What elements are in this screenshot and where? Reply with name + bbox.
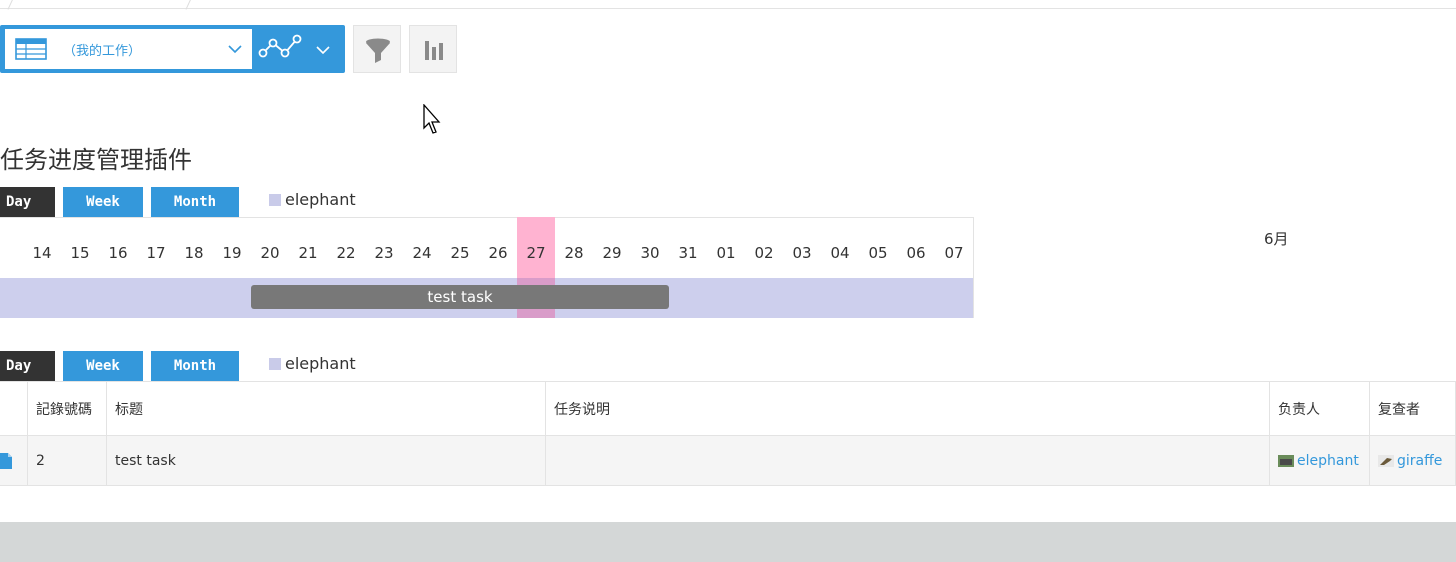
gantt-day-label: 24 [412,244,432,262]
month-label: 6月 [1264,230,1289,248]
gantt-day-label: 05 [868,244,888,262]
cell-record-no: 2 [28,436,107,485]
gantt-day-label: 28 [564,244,584,262]
task-bar[interactable]: test task [251,285,669,309]
legend-label: elephant [285,190,356,209]
chevron-down-icon [228,45,242,54]
header-record-no[interactable]: 記錄號碼 [28,382,107,435]
gantt-day-label: 16 [108,244,128,262]
gantt-day-label: 18 [184,244,204,262]
cell-title: test task [107,436,546,485]
gantt-day-label: 25 [450,244,470,262]
gantt-day-label: 03 [792,244,812,262]
legend-swatch [269,358,281,370]
document-icon [0,452,12,469]
month-button[interactable]: Month [151,187,239,217]
chevron-down-icon[interactable] [316,43,330,57]
gantt-day-label: 26 [488,244,508,262]
filter-button[interactable] [353,25,401,73]
header-description[interactable]: 任务说明 [546,382,1270,435]
top-breadcrumb-line [0,0,1456,10]
gantt-day-label: 22 [336,244,356,262]
month-button[interactable]: Month [151,351,239,381]
gantt-day-label: 29 [602,244,622,262]
gantt-day-label: 20 [260,244,280,262]
view-select-dropdown[interactable]: （我的工作） [5,29,252,69]
table-row[interactable]: 2 test task elephant giraffe [0,436,1456,486]
table-view-icon [15,38,47,60]
gantt-day-label: 19 [222,244,242,262]
record-detail-link[interactable] [0,436,28,485]
reviewer-name: giraffe [1397,452,1443,469]
graph-view-icon[interactable] [257,31,305,67]
gantt-day-label: 06 [906,244,926,262]
gantt-day-label: 15 [70,244,90,262]
breadcrumb-separator [7,0,14,10]
plugin-title: 任务进度管理插件 [0,146,192,174]
gantt-day-label: 21 [298,244,318,262]
mouse-cursor-icon [423,104,441,134]
week-button[interactable]: Week [63,351,143,381]
legend-label: elephant [285,354,356,373]
cell-assignee: elephant [1270,436,1370,485]
gantt-day-label: 17 [146,244,166,262]
filter-icon [366,38,390,63]
week-button[interactable]: Week [63,187,143,217]
legend-swatch [269,194,281,206]
user-avatar-icon [1378,454,1394,467]
reviewer-link[interactable]: giraffe [1378,453,1442,469]
day-button[interactable]: Day [0,351,55,381]
gantt-day-label: 04 [830,244,850,262]
gantt-day-label: 07 [944,244,964,262]
user-avatar-icon [1278,454,1294,467]
bar-chart-icon [425,41,443,60]
header-reviewer[interactable]: 复查者 [1370,382,1456,435]
gantt-day-label: 27 [526,244,546,262]
header-spacer [0,382,28,435]
cell-description [546,436,1270,485]
header-title[interactable]: 标题 [107,382,546,435]
gantt-day-label: 01 [716,244,736,262]
day-button[interactable]: Day [0,187,55,217]
gantt-day-label: 30 [640,244,660,262]
graph-button[interactable] [409,25,457,73]
gantt-day-label: 14 [32,244,52,262]
cell-reviewer: giraffe [1370,436,1456,485]
gantt-day-label: 02 [754,244,774,262]
footer-band [0,522,1456,562]
gantt-day-label: 23 [374,244,394,262]
view-selector-bar: （我的工作） [0,25,345,73]
assignee-link[interactable]: elephant [1278,453,1359,469]
header-assignee[interactable]: 负责人 [1270,382,1370,435]
view-name: （我的工作） [63,43,142,59]
gantt-day-label: 31 [678,244,698,262]
table-header-row: 記錄號碼 标题 任务说明 负责人 复查者 [0,381,1456,436]
assignee-name: elephant [1297,452,1359,469]
breadcrumb-separator [185,0,192,10]
